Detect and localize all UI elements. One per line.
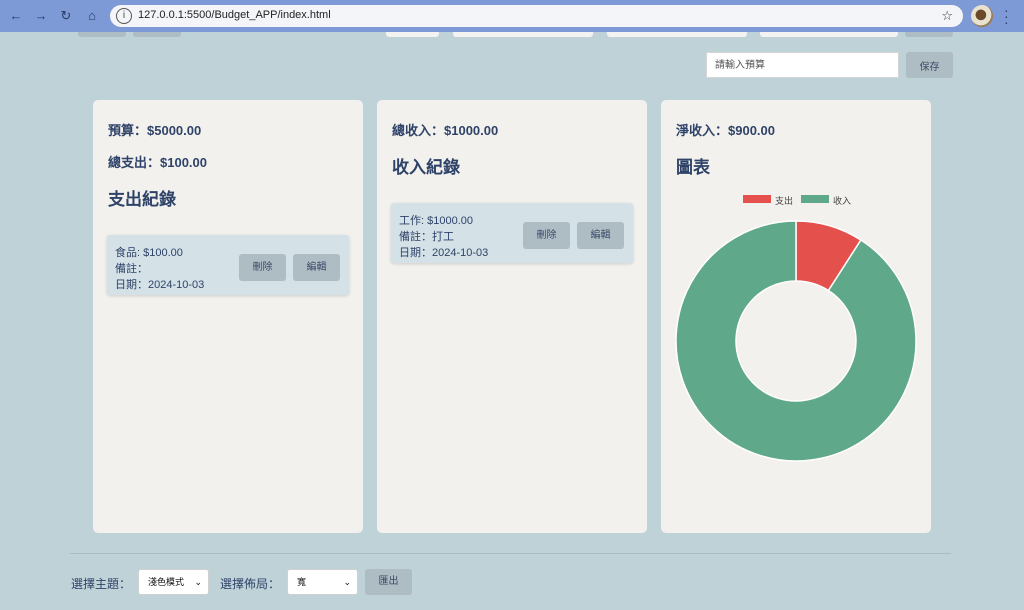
total-income: 總收入：$1000.00 [392, 123, 499, 138]
browser-toolbar: ← → ↻ ⌂ i 127.0.0.1:5500/Budget_APP/inde… [0, 0, 1024, 32]
top-control-3[interactable] [905, 32, 953, 37]
chevron-down-icon: ⌄ [343, 577, 351, 587]
save-budget-button[interactable]: 保存 [906, 52, 953, 78]
record-category-amount: 食品: $100.00 [115, 247, 183, 259]
delete-expense-button[interactable]: 刪除 [239, 254, 286, 281]
export-button[interactable]: 匯出 [365, 569, 412, 595]
footer-divider [70, 553, 951, 554]
bookmark-star-icon[interactable]: ☆ [941, 8, 953, 24]
theme-select-value: 淺色模式 [148, 577, 185, 587]
legend-swatch-expense[interactable] [743, 195, 771, 203]
browser-menu-icon[interactable]: · · · [1004, 3, 1009, 29]
record-note: 備註： [115, 263, 148, 275]
delete-income-button[interactable]: 刪除 [523, 222, 570, 249]
top-field-1[interactable] [386, 32, 439, 37]
legend-swatch-income[interactable] [801, 195, 829, 203]
top-field-2[interactable] [453, 32, 593, 37]
expense-records-heading: 支出紀錄 [108, 190, 176, 209]
doughnut-chart [675, 220, 917, 462]
expense-card: 預算：$5000.00 總支出：$100.00 支出紀錄 食品: $100.00… [93, 100, 363, 533]
top-field-3[interactable] [607, 32, 747, 37]
income-records-heading: 收入紀錄 [392, 158, 460, 177]
top-field-4[interactable] [760, 32, 898, 37]
legend-label-income[interactable]: 收入 [833, 194, 851, 207]
top-control-1[interactable] [78, 32, 126, 37]
url-text: 127.0.0.1:5500/Budget_APP/index.html [138, 9, 331, 21]
layout-label: 選擇佈局： [220, 577, 281, 591]
total-expense: 總支出：$100.00 [108, 155, 207, 170]
top-control-2[interactable] [133, 32, 181, 37]
back-icon[interactable]: ← [8, 8, 24, 24]
chart-heading: 圖表 [676, 158, 710, 177]
site-info-icon[interactable]: i [116, 8, 132, 24]
budget-input[interactable] [706, 52, 899, 78]
edit-expense-button[interactable]: 編輯 [293, 254, 340, 281]
profile-avatar[interactable] [971, 5, 993, 27]
income-card: 總收入：$1000.00 收入紀錄 工作: $1000.00 備註：打工 日期：… [377, 100, 647, 533]
record-category-amount: 工作: $1000.00 [399, 215, 473, 227]
forward-icon[interactable]: → [33, 8, 49, 24]
theme-select[interactable]: 淺色模式 ⌄ [138, 569, 209, 595]
income-record: 工作: $1000.00 備註：打工 日期：2024-10-03 刪除 編輯 [391, 203, 633, 263]
record-date: 日期：2024-10-03 [399, 247, 489, 259]
budget-amount: 預算：$5000.00 [108, 123, 202, 138]
doughnut-slice-income[interactable] [675, 220, 917, 462]
address-bar[interactable]: i 127.0.0.1:5500/Budget_APP/index.html ☆ [110, 5, 963, 27]
home-icon[interactable]: ⌂ [84, 8, 100, 24]
expense-record: 食品: $100.00 備註： 日期：2024-10-03 刪除 編輯 [107, 235, 349, 295]
legend-label-expense[interactable]: 支出 [775, 194, 793, 207]
layout-select[interactable]: 寬 ⌄ [287, 569, 358, 595]
theme-label: 選擇主題： [71, 577, 132, 591]
chevron-down-icon: ⌄ [194, 577, 202, 587]
chart-card: 淨收入：$900.00 圖表 支出 收入 [661, 100, 931, 533]
net-income: 淨收入：$900.00 [676, 123, 775, 138]
reload-icon[interactable]: ↻ [58, 8, 74, 24]
edit-income-button[interactable]: 編輯 [577, 222, 624, 249]
record-note: 備註：打工 [399, 231, 454, 243]
record-date: 日期：2024-10-03 [115, 279, 205, 291]
layout-select-value: 寬 [297, 577, 307, 587]
